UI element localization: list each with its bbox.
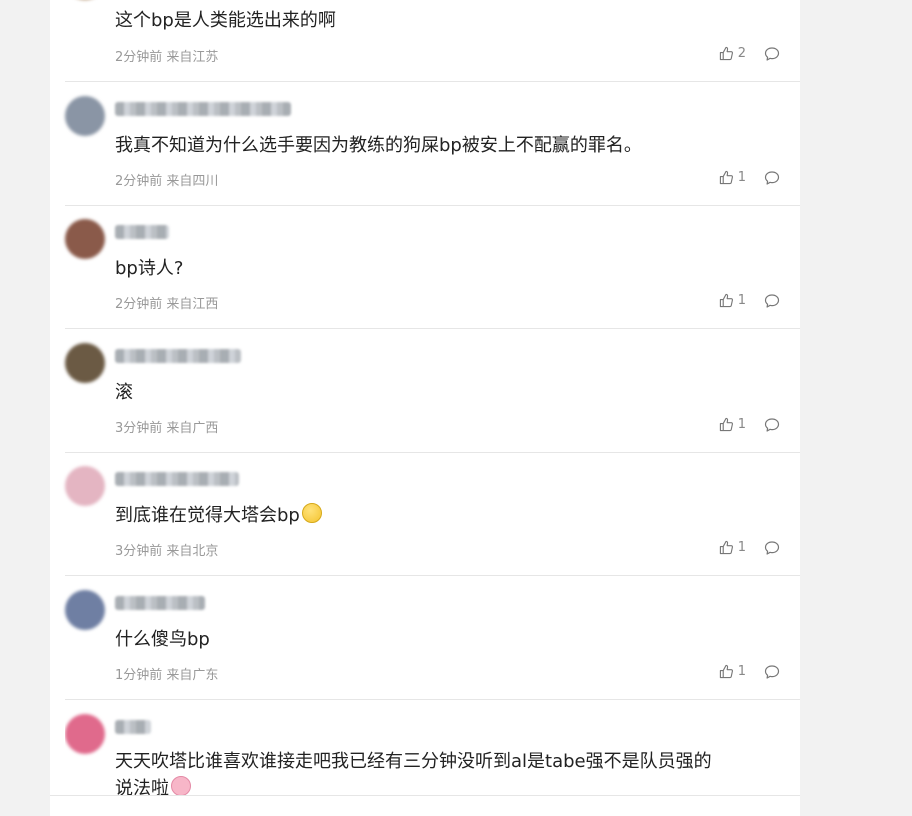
reply-icon[interactable] bbox=[764, 664, 780, 680]
comment-text: 什么傻鸟bp bbox=[115, 629, 210, 650]
comment-item: 什么傻鸟bp 1分钟前 来自广东 1 bbox=[65, 575, 800, 700]
like-button[interactable]: 1 bbox=[719, 170, 746, 185]
avatar[interactable] bbox=[65, 219, 105, 259]
like-count: 1 bbox=[737, 293, 746, 308]
comment-text: 我真不知道为什么选手要因为教练的狗屎bp被安上不配赢的罪名。 bbox=[115, 135, 642, 156]
reply-icon[interactable] bbox=[764, 293, 780, 309]
like-count: 1 bbox=[737, 417, 746, 432]
comment-meta: 1分钟前 来自广东 bbox=[115, 668, 219, 683]
comment-text-content: 到底谁在觉得大塔会bp bbox=[115, 505, 300, 526]
thumbs-up-icon bbox=[719, 46, 733, 61]
like-button[interactable]: 2 bbox=[719, 46, 746, 61]
comment-text: 这个bp是人类能选出来的啊 bbox=[115, 10, 336, 31]
username[interactable] bbox=[115, 720, 151, 734]
like-button[interactable]: 1 bbox=[719, 293, 746, 308]
comment-item: 滚 3分钟前 来自广西 1 bbox=[65, 328, 800, 453]
username[interactable] bbox=[115, 349, 241, 363]
avatar[interactable] bbox=[65, 343, 105, 383]
comment-meta: 3分钟前 来自北京 bbox=[115, 544, 219, 559]
comment-item: 我真不知道为什么选手要因为教练的狗屎bp被安上不配赢的罪名。 2分钟前 来自四川… bbox=[65, 81, 800, 206]
like-button[interactable]: 1 bbox=[719, 540, 746, 555]
comment-text-content: 说法啦 bbox=[115, 778, 169, 795]
like-count: 2 bbox=[737, 46, 746, 61]
comment-text: 滚 bbox=[115, 382, 133, 403]
username[interactable] bbox=[115, 472, 239, 486]
comment-list-panel: 这个bp是人类能选出来的啊 2分钟前 来自江苏 2 我真不知道为什么选手要因为教… bbox=[50, 0, 800, 816]
like-count: 1 bbox=[737, 664, 746, 679]
comment-item: bp诗人? 2分钟前 来自江西 1 bbox=[65, 205, 800, 329]
like-count: 1 bbox=[737, 170, 746, 185]
username[interactable] bbox=[115, 596, 205, 610]
thumbs-up-icon bbox=[719, 540, 733, 555]
comment-text: bp诗人? bbox=[115, 258, 184, 279]
comment-meta: 3分钟前 来自广西 bbox=[115, 421, 219, 436]
avatar[interactable] bbox=[65, 466, 105, 506]
thumbs-up-icon bbox=[719, 664, 733, 679]
thumbs-up-icon bbox=[719, 293, 733, 308]
pig-emoji-icon bbox=[171, 776, 191, 795]
thumbs-up-icon bbox=[719, 170, 733, 185]
comment-text-line-2: 说法啦 bbox=[115, 775, 795, 795]
thumbs-up-icon bbox=[719, 417, 733, 432]
like-count: 1 bbox=[737, 540, 746, 555]
avatar[interactable] bbox=[65, 714, 105, 754]
comment-item: 这个bp是人类能选出来的啊 2分钟前 来自江苏 2 bbox=[65, 0, 800, 82]
comment-meta: 2分钟前 来自四川 bbox=[115, 174, 219, 189]
reply-icon[interactable] bbox=[764, 417, 780, 433]
avatar[interactable] bbox=[65, 590, 105, 630]
like-button[interactable]: 1 bbox=[719, 417, 746, 432]
username[interactable] bbox=[115, 102, 291, 116]
reply-icon[interactable] bbox=[764, 540, 780, 556]
username[interactable] bbox=[115, 225, 169, 239]
comment-item: 到底谁在觉得大塔会bp 3分钟前 来自北京 1 bbox=[65, 452, 800, 576]
reply-icon[interactable] bbox=[764, 46, 780, 62]
comment-text-line-1: 天天吹塔比谁喜欢谁接走吧我已经有三分钟没听到al是tabe强不是队员强的 bbox=[115, 751, 712, 772]
comment-meta: 2分钟前 来自江苏 bbox=[115, 50, 219, 65]
bottom-input-bar bbox=[50, 795, 800, 816]
comment-item: 天天吹塔比谁喜欢谁接走吧我已经有三分钟没听到al是tabe强不是队员强的 说法啦 bbox=[65, 699, 800, 795]
comment-meta: 2分钟前 来自江西 bbox=[115, 297, 219, 312]
avatar[interactable] bbox=[65, 96, 105, 136]
comment-text: 到底谁在觉得大塔会bp bbox=[115, 502, 795, 529]
like-button[interactable]: 1 bbox=[719, 664, 746, 679]
smile-emoji-icon bbox=[301, 503, 322, 523]
reply-icon[interactable] bbox=[764, 170, 780, 186]
